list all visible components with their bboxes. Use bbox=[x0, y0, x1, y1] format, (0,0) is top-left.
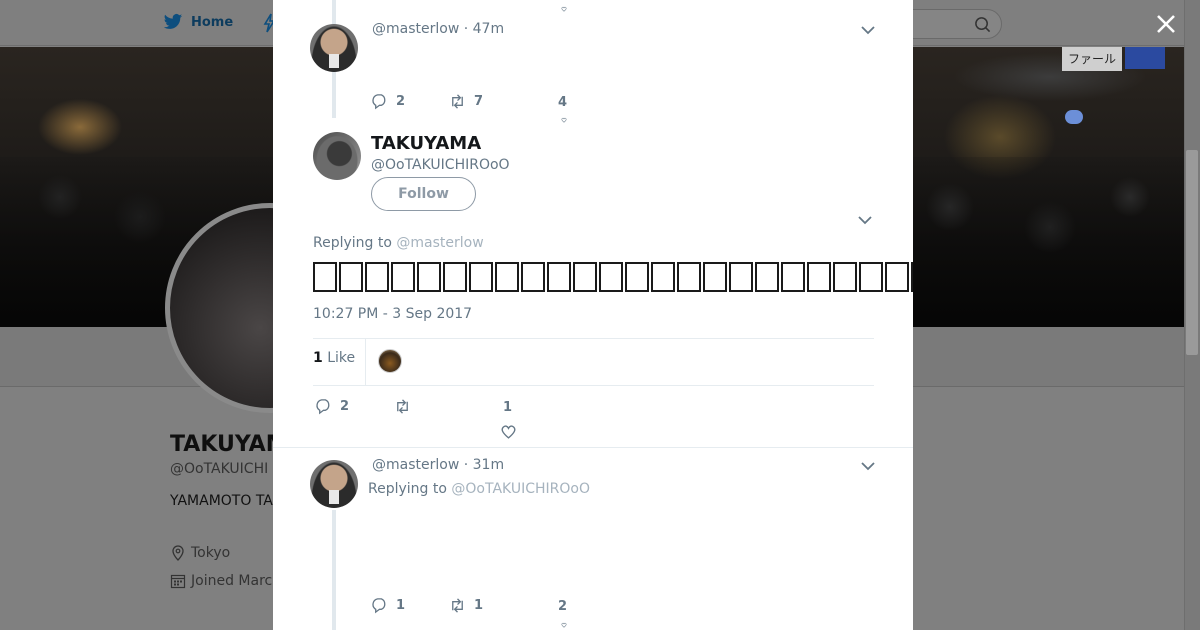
reply-button[interactable]: 2 bbox=[315, 398, 349, 415]
reply-button[interactable]: 2 bbox=[371, 93, 405, 110]
caret-down-icon[interactable] bbox=[861, 461, 875, 471]
missing-glyph-box bbox=[859, 262, 883, 292]
retweet-count: 1 bbox=[474, 598, 484, 613]
profile-location-label: Tokyo bbox=[191, 545, 231, 561]
reply-button[interactable]: 1 bbox=[371, 597, 405, 614]
profile-handle: @OoTAKUICHI bbox=[170, 461, 269, 477]
missing-glyph-box bbox=[365, 262, 389, 292]
divider bbox=[365, 339, 366, 385]
like-count[interactable]: 1 bbox=[503, 400, 512, 415]
missing-glyph-box bbox=[651, 262, 675, 292]
profile-bio: YAMAMOTO TA bbox=[170, 493, 273, 509]
retweet-button[interactable]: 1 bbox=[449, 597, 483, 614]
calendar-icon bbox=[170, 574, 186, 589]
retweet-icon bbox=[452, 598, 463, 613]
missing-glyph-box bbox=[677, 262, 701, 292]
reply-icon bbox=[372, 94, 386, 110]
replying-to: Replying to @OoTAKUICHIROoO bbox=[368, 481, 590, 497]
location-icon bbox=[172, 545, 184, 561]
likes-stat-count: 1 bbox=[313, 350, 323, 366]
heart-icon[interactable] bbox=[556, 117, 572, 123]
caret-down-icon[interactable] bbox=[858, 215, 872, 225]
tweet-timestamp[interactable]: 10:27 PM - 3 Sep 2017 bbox=[313, 306, 472, 322]
missing-glyph-box bbox=[911, 262, 913, 292]
retweet-button[interactable]: 7 bbox=[449, 93, 483, 110]
missing-glyph-box bbox=[495, 262, 519, 292]
likes-stat[interactable]: 1 Like bbox=[313, 350, 355, 366]
retweet-button[interactable] bbox=[394, 398, 411, 415]
avatar[interactable] bbox=[310, 24, 358, 72]
reply-count: 2 bbox=[396, 94, 406, 109]
replying-prefix: Replying to bbox=[313, 235, 392, 251]
tweet-handle[interactable]: @masterlow bbox=[372, 457, 459, 473]
reply-icon bbox=[316, 399, 330, 415]
replying-prefix: Replying to bbox=[368, 481, 447, 497]
profile-name: TAKUYAM bbox=[170, 432, 288, 457]
replying-to: Replying to @masterlow bbox=[313, 235, 484, 251]
avatar[interactable] bbox=[310, 460, 358, 508]
retweet-icon bbox=[397, 399, 408, 414]
follow-button[interactable]: Follow bbox=[371, 177, 476, 211]
missing-glyph-box bbox=[417, 262, 441, 292]
retweet-icon bbox=[452, 94, 463, 109]
reply-count: 2 bbox=[340, 399, 350, 414]
nav-home-label: Home bbox=[191, 14, 234, 30]
replying-to-link[interactable]: @masterlow bbox=[396, 235, 483, 251]
missing-glyph-box bbox=[313, 262, 337, 292]
missing-glyph-box bbox=[469, 262, 493, 292]
banner-light bbox=[1065, 110, 1083, 124]
missing-glyph-box bbox=[703, 262, 727, 292]
liker-avatar[interactable] bbox=[378, 349, 402, 373]
tweet-text bbox=[313, 262, 913, 298]
missing-glyph-box bbox=[833, 262, 857, 292]
tweet-header: @masterlow · 31m bbox=[372, 457, 504, 473]
missing-glyph-box bbox=[729, 262, 753, 292]
search-icon[interactable] bbox=[974, 16, 991, 33]
missing-glyph-box bbox=[755, 262, 779, 292]
reply-icon bbox=[372, 598, 386, 614]
caret-down-icon[interactable] bbox=[861, 25, 875, 35]
page-scrollbar-thumb[interactable] bbox=[1186, 150, 1198, 355]
heart-icon bbox=[561, 6, 567, 12]
missing-glyph-box bbox=[339, 262, 363, 292]
divider bbox=[273, 447, 913, 448]
missing-glyph-box bbox=[573, 262, 597, 292]
missing-glyph-box bbox=[391, 262, 415, 292]
missing-glyph-box bbox=[521, 262, 545, 292]
replying-to-link[interactable]: @OoTAKUICHIROoO bbox=[451, 481, 590, 497]
tweet-time[interactable]: · 31m bbox=[464, 457, 504, 473]
missing-glyph-box bbox=[599, 262, 623, 292]
like-count[interactable]: 4 bbox=[558, 95, 567, 110]
missing-glyph-box bbox=[885, 262, 909, 292]
close-icon[interactable] bbox=[1152, 10, 1180, 38]
missing-glyph-box bbox=[625, 262, 649, 292]
heart-icon[interactable] bbox=[500, 423, 517, 440]
divider bbox=[313, 338, 874, 339]
tweet-permalink-modal: @masterlow · 47m 2 7 4 TAKUYAMA @OoTAKUI… bbox=[273, 0, 913, 630]
missing-glyph-box bbox=[547, 262, 571, 292]
divider bbox=[313, 385, 874, 386]
tweet-author-name[interactable]: TAKUYAMA bbox=[371, 133, 481, 154]
missing-glyph-box bbox=[443, 262, 467, 292]
tweet-header: @masterlow · 47m bbox=[372, 21, 504, 37]
profile-joined: Joined Marc bbox=[170, 573, 272, 589]
reply-count: 1 bbox=[396, 598, 406, 613]
thread-connector bbox=[332, 510, 336, 630]
tweet-time[interactable]: · 47m bbox=[464, 21, 504, 37]
nav-home[interactable]: Home bbox=[163, 12, 233, 32]
like-count[interactable]: 2 bbox=[558, 599, 567, 614]
tweet-author-handle[interactable]: @OoTAKUICHIROoO bbox=[371, 157, 510, 173]
avatar[interactable] bbox=[313, 132, 361, 180]
retweet-count: 7 bbox=[474, 94, 484, 109]
banner-sign-blue bbox=[1125, 47, 1165, 69]
profile-joined-label: Joined Marc bbox=[191, 573, 273, 589]
missing-glyph-box bbox=[807, 262, 831, 292]
twitter-bird-icon bbox=[163, 14, 183, 29]
profile-location: Tokyo bbox=[170, 545, 230, 561]
banner-sign: ファール bbox=[1062, 47, 1122, 71]
tweet-handle[interactable]: @masterlow bbox=[372, 21, 459, 37]
missing-glyph-box bbox=[781, 262, 805, 292]
likes-stat-label: Like bbox=[327, 350, 356, 366]
heart-icon[interactable] bbox=[556, 622, 572, 628]
